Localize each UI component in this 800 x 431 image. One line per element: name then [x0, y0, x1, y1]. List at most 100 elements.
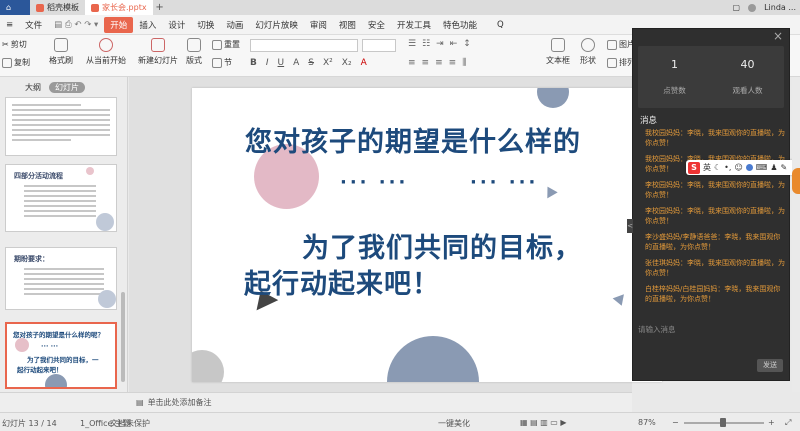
decor-circle-blue: [537, 88, 569, 108]
thumb-title: 您对孩子的期望是什么样的呢？: [13, 331, 104, 339]
shirt-icon[interactable]: ♟: [770, 163, 777, 172]
strike-button[interactable]: S: [308, 58, 314, 68]
font-size-select[interactable]: [362, 39, 396, 52]
zoom-out-button[interactable]: −: [672, 418, 679, 427]
sogou-logo-icon[interactable]: S: [688, 161, 700, 174]
bold-button[interactable]: B: [250, 58, 257, 68]
keyboard-icon[interactable]: ⌨: [756, 163, 768, 172]
font-name-select[interactable]: [250, 39, 358, 52]
superscript-button[interactable]: X²: [323, 58, 333, 68]
menu-security[interactable]: 安全: [362, 19, 391, 31]
align-center-icon[interactable]: ≡: [422, 58, 430, 68]
layout-button[interactable]: 版式: [186, 38, 202, 66]
columns-icon[interactable]: ⫼: [462, 58, 466, 68]
right-scrollbar[interactable]: [792, 77, 800, 392]
current-slide[interactable]: 您对孩子的期望是什么样的 ··· ··· ··· ··· 为了我们共同的目标， …: [192, 88, 662, 382]
tab-docer[interactable]: 稻壳模板: [30, 0, 85, 15]
subscript-button[interactable]: X₂: [342, 58, 352, 68]
indent-icon[interactable]: ⇥: [436, 39, 444, 49]
home-tab[interactable]: ⌂: [0, 0, 30, 15]
bullets-icon[interactable]: ☰: [408, 39, 416, 49]
send-button[interactable]: 发送: [757, 359, 783, 372]
mic-icon[interactable]: [745, 164, 753, 171]
live-broadcast-panel: × < 1 点赞数 40 观看人数 消息 我校园妈妈：李晓，我来围观你的直播啦，…: [627, 28, 790, 381]
notes-bar[interactable]: ▤ 单击此处添加备注: [0, 392, 632, 412]
align-right-icon[interactable]: ≡: [435, 58, 443, 68]
collapse-panel-button[interactable]: <: [627, 219, 633, 233]
reset-button[interactable]: 重置: [212, 39, 240, 50]
messages-title: 消息: [640, 116, 658, 126]
textbox-button[interactable]: 文本框: [546, 38, 570, 66]
copy-icon: [2, 57, 12, 68]
fit-window-icon[interactable]: ⤢: [785, 418, 791, 428]
paragraph-tools-row1: ☰ ☷ ⇥ ⇤ ↕: [408, 39, 471, 49]
justify-icon[interactable]: ≡: [449, 58, 457, 68]
arrange-button[interactable]: 排列: [607, 57, 635, 68]
viewers-label: 观看人数: [732, 86, 763, 95]
wrench-icon[interactable]: ✎: [781, 163, 788, 172]
shadow-button[interactable]: A: [293, 58, 299, 68]
menu-view[interactable]: 视图: [333, 19, 362, 31]
doc-protect-status[interactable]: 文档未保护: [110, 418, 150, 429]
copy-button[interactable]: 复制: [2, 57, 30, 68]
ime-language-toggle[interactable]: 英: [703, 162, 711, 173]
zoom-in-button[interactable]: +: [768, 418, 775, 427]
menu-review[interactable]: 审阅: [304, 19, 333, 31]
play-from-current-button[interactable]: 从当前开始: [86, 38, 126, 66]
message-item: 张佳琪妈妈：李晓，我来围观你的直播啦，为你点赞！: [645, 259, 785, 277]
picture-button[interactable]: 图片: [607, 39, 635, 50]
search-box[interactable]: Q: [497, 20, 504, 30]
menu-design[interactable]: 设计: [162, 19, 191, 31]
menu-slideshow[interactable]: 幻灯片放映: [249, 19, 304, 31]
floating-assistant-icon[interactable]: [792, 168, 800, 194]
slide-thumbnail-11[interactable]: [5, 97, 117, 156]
emoji-icon[interactable]: ☺: [734, 163, 742, 172]
font-color-button[interactable]: A: [361, 58, 367, 68]
menu-file[interactable]: 文件: [19, 19, 48, 31]
slide-thumbnail-14-selected[interactable]: 您对孩子的期望是什么样的呢？ ··· ··· 为了我们共同的目标，一 起行动起来…: [5, 322, 117, 389]
line-spacing-icon[interactable]: ↕: [463, 39, 471, 49]
menu-hamburger-icon[interactable]: ≡: [0, 20, 19, 30]
close-icon[interactable]: ×: [773, 29, 783, 43]
zoom-level[interactable]: 87%: [638, 418, 656, 427]
menu-developer[interactable]: 开发工具: [391, 19, 437, 31]
slide-thumbnail-12[interactable]: 四部分活动流程: [5, 164, 117, 232]
slide-thumbnail-13[interactable]: 期盼要求：: [5, 247, 117, 310]
align-left-icon[interactable]: ≡: [408, 58, 416, 68]
underline-button[interactable]: U: [278, 58, 285, 68]
user-avatar[interactable]: [748, 3, 757, 12]
message-item: 李沙盛妈妈/李静语爸爸：李晓，我来围观你的直播啦，为你点赞！: [645, 233, 781, 251]
view-mode-icons[interactable]: ▦ ▤ ▥ ▭ ▶: [520, 418, 567, 427]
menu-animation[interactable]: 动画: [220, 19, 249, 31]
numbering-icon[interactable]: ☷: [422, 39, 430, 49]
search-icon: Q: [496, 19, 504, 30]
tab-document[interactable]: 家长会.pptx: [85, 0, 153, 15]
paste-button[interactable]: 格式刷: [49, 38, 73, 66]
new-tab-button[interactable]: +: [153, 2, 167, 13]
tab-outline[interactable]: 大纲: [25, 82, 41, 93]
menu-insert[interactable]: 插入: [133, 19, 162, 31]
title-bar-right: ▢ Linda ...: [733, 0, 796, 15]
menu-start[interactable]: 开始: [104, 16, 134, 33]
shape-button[interactable]: 形状: [580, 38, 596, 66]
cut-button[interactable]: ✂ 剪切: [2, 39, 27, 50]
moon-icon[interactable]: ☾: [714, 163, 721, 172]
outdent-icon[interactable]: ⇤: [450, 39, 458, 49]
window-icon[interactable]: ▢: [733, 3, 741, 12]
user-name[interactable]: Linda ...: [764, 3, 796, 12]
panel-scrollbar[interactable]: [121, 292, 125, 382]
decor-circle: [98, 290, 116, 308]
menu-features[interactable]: 特色功能: [437, 19, 483, 31]
menu-transition[interactable]: 切换: [191, 19, 220, 31]
thumb-text-lines: [24, 185, 96, 220]
section-button[interactable]: 节: [212, 57, 232, 68]
tab-slides[interactable]: 幻灯片: [49, 82, 85, 93]
comma-icon[interactable]: •,: [724, 163, 731, 172]
message-item: 李校园妈妈：李晓，我来围观你的直播啦，为你点赞！: [645, 207, 785, 225]
message-input[interactable]: 请输入消息: [638, 324, 676, 335]
new-slide-button[interactable]: 新建幻灯片: [138, 38, 178, 66]
italic-button[interactable]: I: [266, 58, 269, 68]
zoom-slider-handle[interactable]: [720, 418, 726, 427]
quick-access-icons[interactable]: ▤ ⎙ ↶ ↷ ▾: [48, 20, 104, 30]
beautify-button[interactable]: 一键美化: [438, 418, 470, 429]
